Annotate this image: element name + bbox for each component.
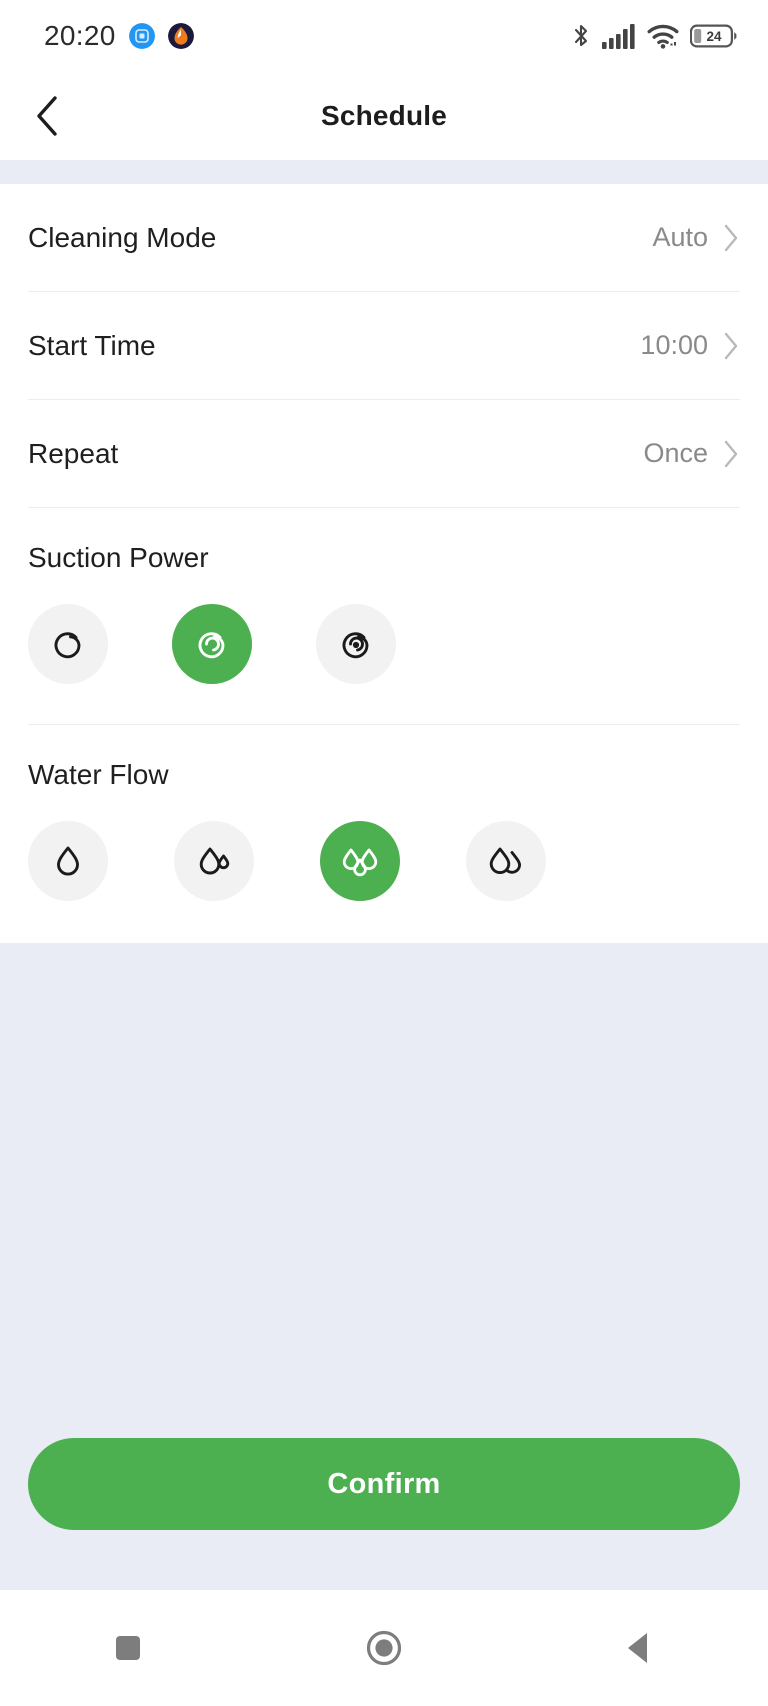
row-right: 10:00: [640, 330, 740, 361]
suction-option-standard[interactable]: [172, 604, 252, 684]
status-bar: 20:20 24: [0, 0, 768, 72]
status-bar-right: 24: [571, 23, 738, 50]
row-label: Start Time: [28, 329, 156, 361]
battery-icon: 24: [690, 24, 737, 48]
chevron-right-icon: [724, 332, 738, 359]
back-triangle-icon: [628, 1633, 647, 1663]
bluetooth-icon: [574, 24, 588, 46]
chevron-right-icon: [724, 440, 738, 467]
back-button[interactable]: [16, 84, 80, 148]
row-cleaning-mode[interactable]: Cleaning Mode Auto: [28, 184, 740, 292]
row-right: Auto: [652, 222, 740, 253]
chevron-right-icon: [724, 224, 738, 251]
row-value: Once: [643, 438, 708, 468]
wifi-icon: [647, 24, 679, 49]
water-flow-options: [28, 821, 740, 901]
settings-card: Cleaning Mode Auto Start Time 10:00 Repe…: [0, 184, 768, 943]
section-divider-band: [0, 160, 768, 184]
water-option-medium[interactable]: [174, 821, 254, 901]
chevron-left-icon: [37, 96, 57, 136]
water-low-icon: [57, 846, 79, 876]
suction-standard-icon: [198, 632, 225, 659]
row-right: Once: [643, 438, 740, 469]
row-label: Cleaning Mode: [28, 221, 217, 253]
cellular-signal-icon: [602, 24, 635, 49]
suction-power-options: [28, 604, 740, 684]
status-bar-clock: 20:20: [44, 20, 116, 51]
app-bar: Schedule: [0, 72, 768, 160]
orange-app-icon: [167, 23, 194, 49]
recents-button[interactable]: [73, 1593, 183, 1703]
home-circle-icon: [366, 1630, 402, 1666]
water-medium-icon: [199, 847, 230, 875]
page-title: Schedule: [320, 100, 448, 131]
row-label: Repeat: [28, 437, 119, 469]
row-value: Auto: [652, 222, 708, 252]
row-value: 10:00: [640, 330, 708, 360]
water-max-icon: [489, 847, 522, 875]
suction-quiet-icon: [54, 632, 81, 659]
water-option-low[interactable]: [28, 821, 108, 901]
suction-turbo-icon: [342, 632, 369, 659]
suction-option-quiet[interactable]: [28, 604, 108, 684]
row-start-time[interactable]: Start Time 10:00: [28, 292, 740, 400]
row-repeat[interactable]: Repeat Once: [28, 400, 740, 508]
back-nav-button[interactable]: [585, 1593, 695, 1703]
status-bar-left: 20:20: [44, 20, 194, 52]
suction-power-section: Suction Power: [28, 508, 740, 725]
water-flow-title: Water Flow: [28, 759, 169, 790]
water-option-high[interactable]: [320, 821, 400, 901]
confirm-button[interactable]: Confirm: [28, 1438, 740, 1530]
suction-power-title: Suction Power: [28, 542, 209, 573]
recents-square-icon: [116, 1636, 140, 1660]
android-navigation-bar: [0, 1590, 768, 1706]
suction-option-turbo[interactable]: [316, 604, 396, 684]
water-option-max[interactable]: [466, 821, 546, 901]
blue-app-icon: [128, 23, 155, 49]
confirm-area: Confirm: [0, 1438, 768, 1590]
empty-area: [0, 943, 768, 1438]
phone-screen: 20:20 24 Schedule Cleaning Mode Auto Sta…: [0, 0, 768, 1706]
water-high-icon: [342, 848, 378, 877]
battery-level-text: 24: [706, 29, 722, 44]
screen-content: Schedule Cleaning Mode Auto Start Time 1…: [0, 72, 768, 1590]
home-button[interactable]: [329, 1593, 439, 1703]
water-flow-section: Water Flow: [28, 725, 740, 943]
